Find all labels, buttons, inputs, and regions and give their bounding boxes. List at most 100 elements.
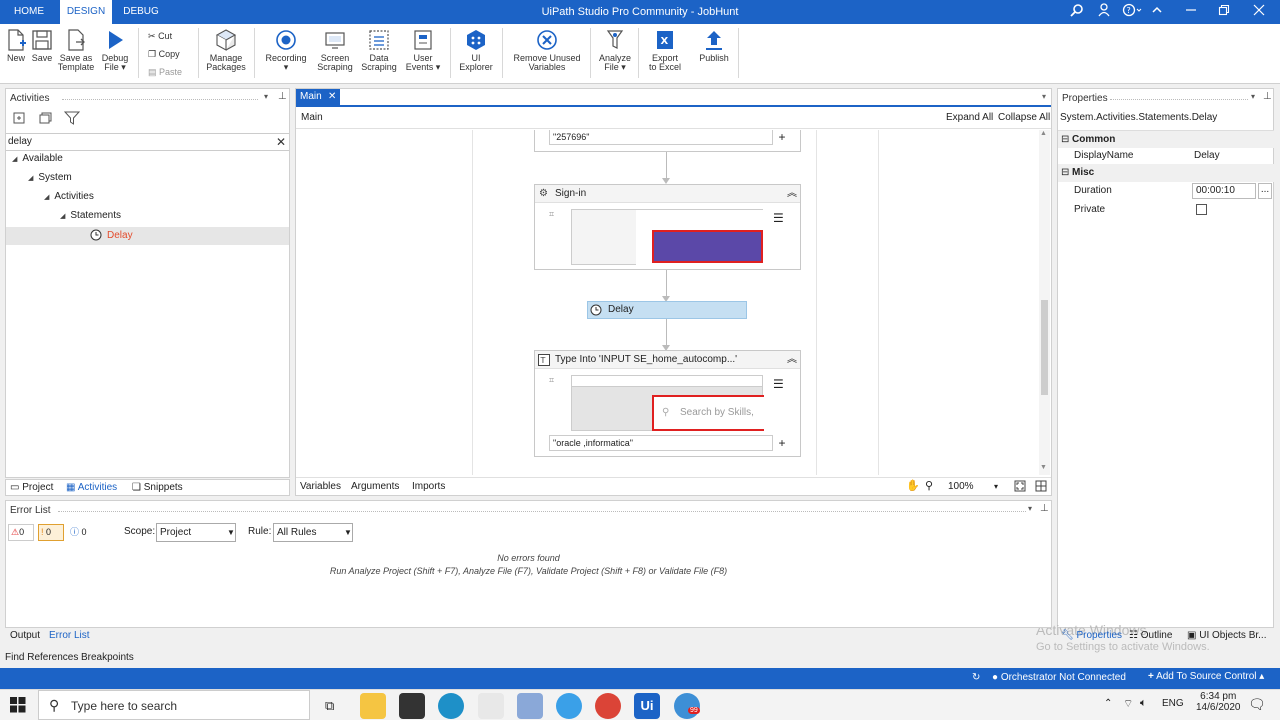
scroll-thumb[interactable]: [1041, 300, 1048, 395]
tabs-dropdown-icon[interactable]: ▾: [1042, 92, 1046, 101]
cut-button[interactable]: ✂ Cut: [148, 28, 172, 44]
uipath-app-icon[interactable]: Ui: [634, 693, 660, 719]
tray-chevron-icon[interactable]: ⌃: [1104, 698, 1112, 709]
refresh-icon[interactable]: ↻: [972, 672, 980, 683]
overview-icon[interactable]: [1035, 480, 1047, 495]
fit-to-screen-icon[interactable]: [1014, 480, 1026, 495]
hand-pan-icon[interactable]: ✋: [906, 479, 920, 492]
tree-item-activities[interactable]: ◢ Activities: [44, 189, 94, 205]
paste-button[interactable]: ▤ Paste: [148, 64, 182, 80]
orchestrator-status[interactable]: ● Orchestrator Not Connected: [992, 672, 1126, 683]
pane-dropdown-icon[interactable]: ▾: [264, 92, 268, 101]
tab-output[interactable]: Output: [10, 628, 40, 644]
language-indicator[interactable]: ENG: [1162, 698, 1184, 709]
tab-arguments[interactable]: Arguments: [351, 479, 399, 495]
category-common[interactable]: ⊟ Common: [1058, 130, 1274, 148]
chrome-icon[interactable]: [595, 693, 621, 719]
expand-all-icon[interactable]: [12, 111, 26, 128]
recording-button[interactable]: Recording ▾: [262, 26, 310, 82]
snipping-tool-icon[interactable]: [478, 693, 504, 719]
zoom-select[interactable]: 100% ▾: [942, 479, 1004, 495]
pin-icon[interactable]: ⊥: [1263, 91, 1272, 102]
activities-search-box[interactable]: delay ✕: [6, 133, 289, 151]
designer-canvas[interactable]: "257696" + ⚙ Sign-in ︽ ⌗ ☰ Delay T Type …: [296, 130, 1038, 475]
previous-activity-input[interactable]: "257696": [549, 130, 773, 145]
add-icon[interactable]: +: [775, 130, 789, 145]
tree-item-statements[interactable]: ◢ Statements: [60, 208, 121, 224]
duration-input[interactable]: 00:00:10: [1192, 183, 1256, 199]
tree-item-delay[interactable]: Delay: [6, 227, 289, 245]
minimize-icon[interactable]: [1182, 3, 1200, 21]
clock[interactable]: 6:34 pm 14/6/2020: [1196, 691, 1241, 713]
collapse-all-link[interactable]: Collapse All: [998, 112, 1050, 123]
analyze-file-button[interactable]: Analyze File ▾: [596, 26, 634, 82]
new-button[interactable]: New: [2, 26, 30, 82]
tree-item-system[interactable]: ◢ System: [28, 170, 72, 186]
close-tab-icon[interactable]: ✕: [328, 89, 336, 105]
tab-activities[interactable]: ▦ Activities: [66, 480, 117, 496]
data-scraping-button[interactable]: Data Scraping: [358, 26, 400, 82]
ui-explorer-button[interactable]: UI Explorer: [456, 26, 496, 82]
volume-icon[interactable]: 🔈︎: [1140, 697, 1147, 710]
user-feedback-icon[interactable]: [1096, 3, 1114, 21]
screen-scraping-button[interactable]: Screen Scraping: [314, 26, 356, 82]
scroll-down-icon[interactable]: ▼: [1040, 464, 1047, 471]
tab-ui-objects[interactable]: ▣ UI Objects Br...: [1187, 628, 1266, 644]
collapse-icon[interactable]: ︽: [787, 351, 797, 369]
export-to-excel-button[interactable]: X Export to Excel: [644, 26, 686, 82]
tab-outline[interactable]: ☷ Outline: [1129, 628, 1172, 644]
publish-button[interactable]: Publish: [694, 26, 734, 82]
previous-activity-card[interactable]: "257696" +: [534, 130, 801, 152]
signin-activity-card[interactable]: ⚙ Sign-in ︽ ⌗ ☰: [534, 184, 801, 270]
delay-activity[interactable]: Delay: [587, 301, 747, 319]
close-icon[interactable]: [1250, 3, 1268, 21]
tab-snippets[interactable]: ❏ Snippets: [132, 480, 183, 496]
activities-search-input[interactable]: delay: [8, 136, 32, 147]
windows-start-icon[interactable]: [10, 697, 26, 716]
pane-dropdown-icon[interactable]: ▾: [1028, 504, 1032, 513]
expand-all-link[interactable]: Expand All: [946, 112, 993, 123]
wifi-icon[interactable]: ⌔: [1123, 697, 1133, 711]
tab-main[interactable]: Main ✕: [296, 89, 340, 105]
scroll-up-icon[interactable]: ▲: [1040, 130, 1047, 137]
internet-explorer-icon[interactable]: [556, 693, 582, 719]
tab-debug[interactable]: DEBUG: [114, 0, 168, 24]
add-to-source-control-button[interactable]: + Add To Source Control ▴: [1148, 671, 1264, 682]
warnings-filter-button[interactable]: ! 0: [38, 524, 64, 541]
add-icon[interactable]: +: [775, 435, 789, 451]
collapse-all-icon[interactable]: [38, 111, 52, 128]
store-icon[interactable]: [399, 693, 425, 719]
collapse-icon[interactable]: ︽: [787, 185, 797, 203]
tab-error-list[interactable]: Error List: [49, 628, 90, 644]
tab-variables[interactable]: Variables: [300, 479, 341, 495]
collapse-ribbon-icon[interactable]: [1148, 3, 1166, 21]
pane-dropdown-icon[interactable]: ▾: [1251, 92, 1255, 101]
target-icon[interactable]: ⌗: [549, 209, 554, 220]
tab-project[interactable]: ▭ Project: [10, 480, 53, 496]
menu-icon[interactable]: ☰: [773, 211, 784, 225]
filter-icon[interactable]: [63, 111, 81, 128]
breadcrumb[interactable]: Main: [301, 112, 323, 123]
action-center-icon[interactable]: 🗨︎: [1248, 696, 1266, 713]
pin-icon[interactable]: ⊥: [1040, 503, 1049, 514]
category-misc[interactable]: ⊟ Misc: [1058, 164, 1274, 182]
edge-icon[interactable]: [438, 693, 464, 719]
typeinto-text-input[interactable]: "oracle ,informatica": [549, 435, 773, 451]
tab-breakpoints[interactable]: Breakpoints: [81, 650, 134, 666]
typeinto-activity-card[interactable]: T Type Into 'INPUT SE_home_autocomp...' …: [534, 350, 801, 457]
displayname-input[interactable]: Delay: [1194, 147, 1220, 165]
task-view-icon[interactable]: ⧉: [325, 698, 334, 714]
save-as-template-button[interactable]: Save as Template: [56, 26, 96, 82]
tab-properties[interactable]: 🔧︎ Properties: [1061, 628, 1122, 644]
scope-select[interactable]: Project ▼: [156, 523, 236, 542]
private-checkbox[interactable]: [1196, 204, 1207, 215]
taskbar-search-box[interactable]: ⚲ Type here to search: [38, 690, 310, 720]
tab-find-references[interactable]: Find References: [5, 650, 78, 666]
zoom-icon[interactable]: ⚲: [925, 479, 933, 492]
pin-icon[interactable]: ⊥: [278, 91, 287, 102]
search-icon[interactable]: [1068, 3, 1086, 21]
help-icon[interactable]: ?: [1120, 3, 1144, 21]
user-events-button[interactable]: User Events ▾: [402, 26, 444, 82]
menu-icon[interactable]: ☰: [773, 377, 784, 391]
paint-icon[interactable]: [517, 693, 543, 719]
